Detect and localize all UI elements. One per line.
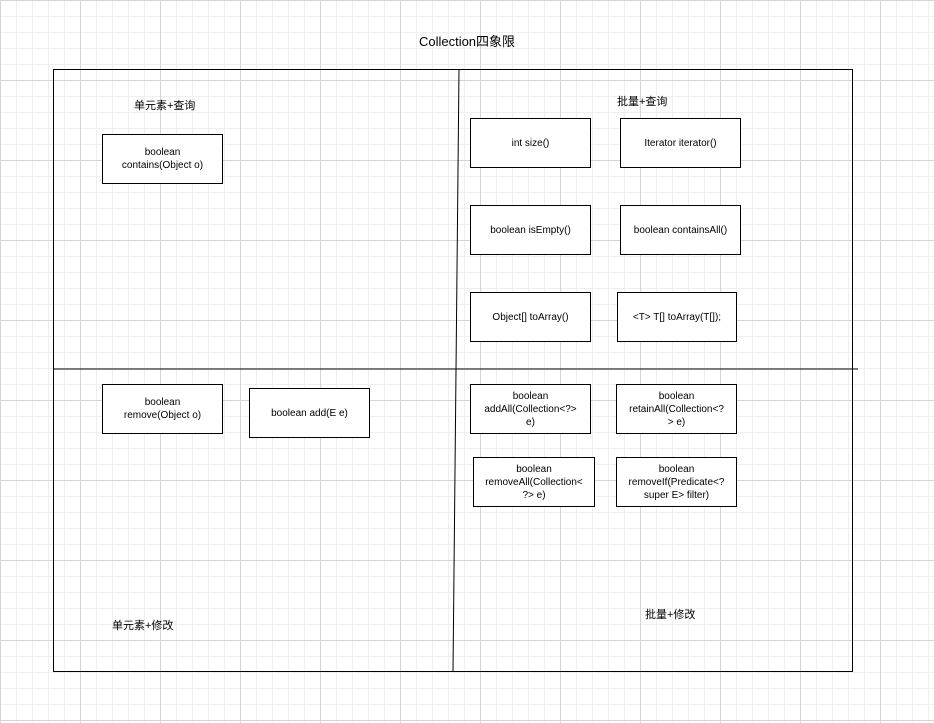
method-toarray-generic: <T> T[] toArray(T[]); <box>617 292 737 342</box>
method-removeall: boolean removeAll(Collection< ?> e) <box>473 457 595 507</box>
method-contains: boolean contains(Object o) <box>102 134 223 184</box>
label-single-query: 单元素+查询 <box>134 100 196 112</box>
diagram-title: Collection四象限 <box>418 34 516 49</box>
label-batch-modify: 批量+修改 <box>645 609 696 621</box>
label-single-modify: 单元素+修改 <box>112 620 174 632</box>
method-toarray: Object[] toArray() <box>470 292 591 342</box>
method-isempty: boolean isEmpty() <box>470 205 591 255</box>
method-addall: boolean addAll(Collection<?> e) <box>470 384 591 434</box>
method-removeif: boolean removeIf(Predicate<? super E> filt… <box>616 457 737 507</box>
method-remove: boolean remove(Object o) <box>102 384 223 434</box>
label-batch-query: 批量+查询 <box>617 96 668 108</box>
method-iterator: Iterator iterator() <box>620 118 741 168</box>
method-size: int size() <box>470 118 591 168</box>
method-retainall: boolean retainAll(Collection<? > e) <box>616 384 737 434</box>
method-containsall: boolean containsAll() <box>620 205 741 255</box>
method-add: boolean add(E e) <box>249 388 370 438</box>
